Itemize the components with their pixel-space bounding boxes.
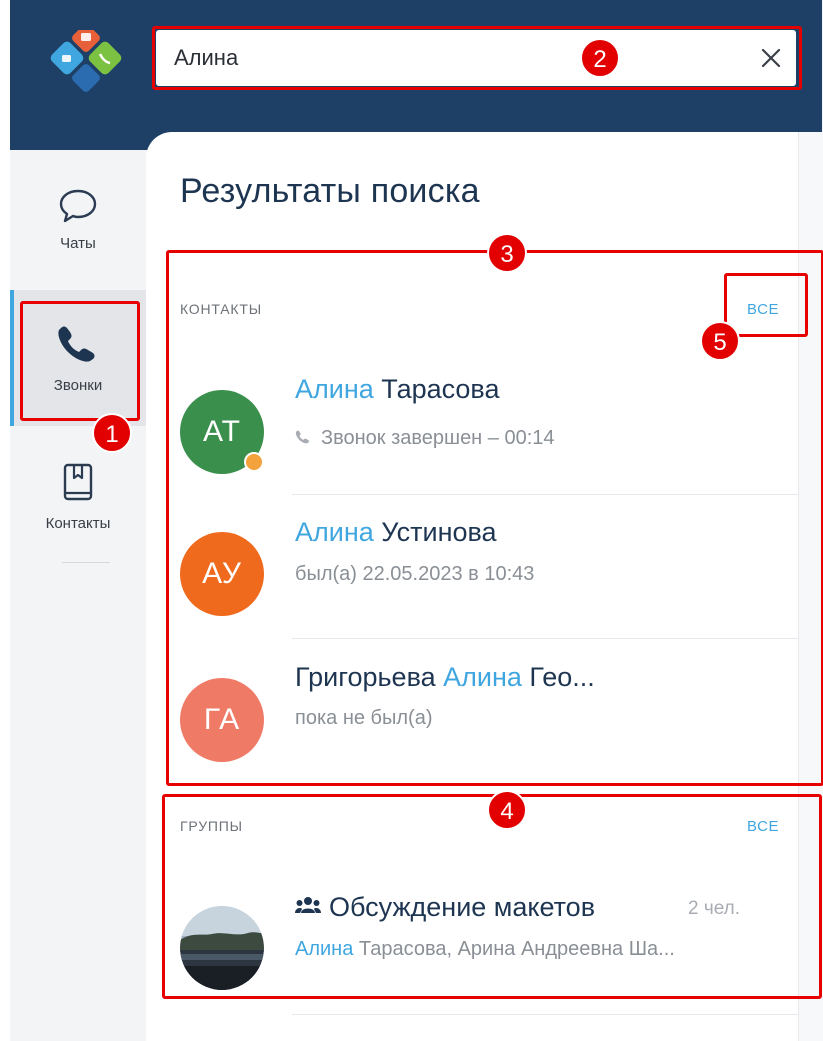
sidebar-item-chats[interactable]: Чаты xyxy=(10,188,146,288)
annotation-box-1 xyxy=(20,301,140,421)
sidebar-item-contacts[interactable]: Контакты xyxy=(10,462,146,552)
annotation-badge-5: 5 xyxy=(700,321,740,361)
annotation-box-4 xyxy=(162,794,822,999)
sidebar-item-label: Контакты xyxy=(45,515,111,532)
annotation-box-5 xyxy=(724,273,808,337)
contacts-book-icon xyxy=(63,463,93,501)
sidebar-divider xyxy=(62,562,110,563)
annotation-badge-4: 4 xyxy=(487,790,527,830)
active-indicator xyxy=(10,290,14,426)
row-divider xyxy=(292,1014,798,1015)
annotation-badge-2: 2 xyxy=(580,38,620,78)
annotation-badge-1: 1 xyxy=(92,413,132,453)
chat-bubble-icon xyxy=(59,189,97,223)
sidebar-item-label: Чаты xyxy=(60,235,96,252)
annotation-badge-3: 3 xyxy=(487,233,527,273)
app-logo xyxy=(50,30,122,92)
page-title: Результаты поиска xyxy=(180,172,480,210)
annotation-box-2 xyxy=(152,26,802,90)
